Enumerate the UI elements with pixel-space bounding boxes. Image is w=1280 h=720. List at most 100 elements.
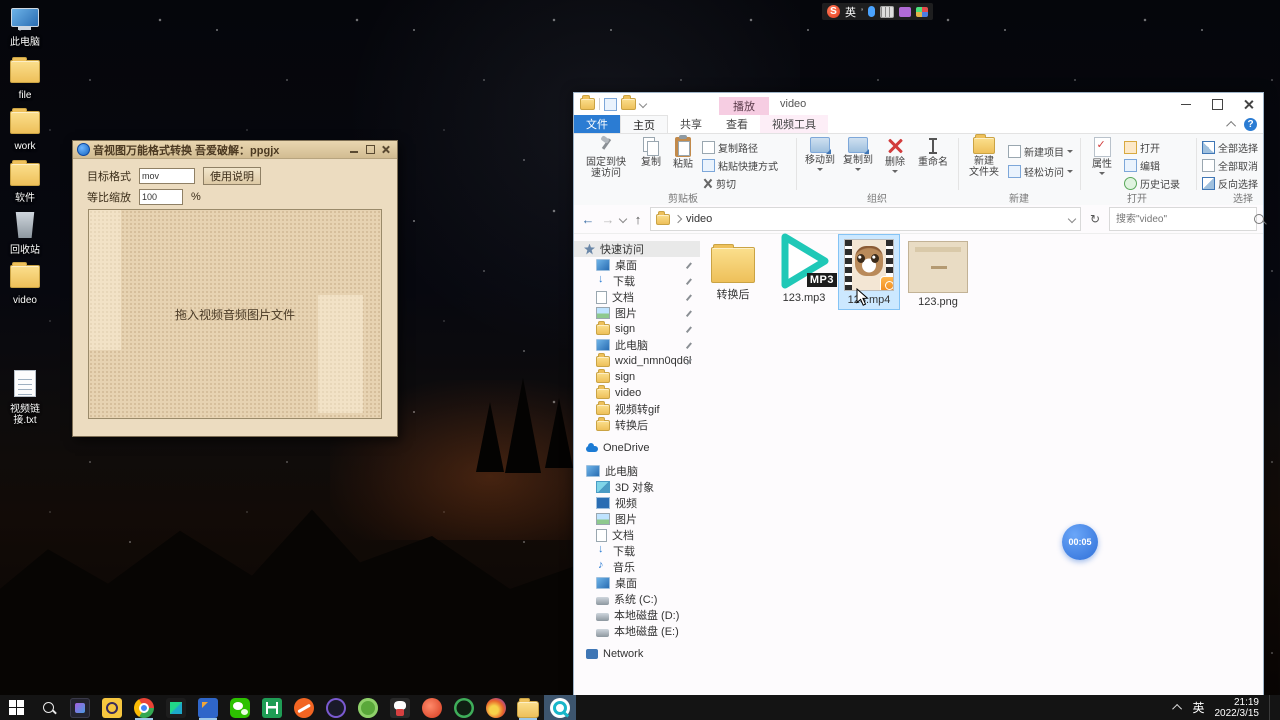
converter-title-bar[interactable]: 音视图万能格式转换 吾爱破解：ppgjx — [73, 141, 397, 159]
sidebar-item-this-pc[interactable]: 此电脑 — [574, 463, 700, 479]
sidebar-item-desktop[interactable]: 桌面 — [574, 257, 700, 273]
properties-qat-icon[interactable] — [604, 98, 617, 111]
select-none-button[interactable]: 全部取消 — [1202, 158, 1258, 173]
desktop-icon-software[interactable]: 软件 — [2, 163, 48, 204]
open-button[interactable]: 打开 — [1124, 140, 1160, 155]
desktop-icon-this-pc[interactable]: 此电脑 — [2, 8, 48, 48]
sidebar-item-desktop-pc[interactable]: 桌面 — [574, 575, 700, 591]
sidebar-item-network[interactable]: Network — [574, 646, 700, 662]
taskbar-app-9[interactable] — [320, 695, 352, 720]
tab-file[interactable]: 文件 — [574, 115, 620, 133]
breadcrumb-path[interactable]: video — [686, 213, 712, 225]
tab-share[interactable]: 共享 — [668, 115, 714, 133]
copy-button[interactable]: 复制 — [636, 137, 666, 168]
sidebar-item-video[interactable]: video — [574, 385, 700, 401]
sidebar-item-converted[interactable]: 转换后 — [574, 417, 700, 433]
taskbar-app-10[interactable] — [352, 695, 384, 720]
sidebar-item-videos[interactable]: 视频 — [574, 495, 700, 511]
taskbar-chrome[interactable] — [128, 695, 160, 720]
keyboard-icon[interactable] — [880, 6, 894, 18]
invert-selection-button[interactable]: 反向选择 — [1202, 176, 1258, 191]
customize-qat-chevron-icon[interactable] — [639, 100, 647, 108]
copy-to-button[interactable]: 复制到 — [840, 137, 876, 171]
sogou-logo-icon[interactable]: S — [827, 5, 840, 18]
ime-grid-icon[interactable] — [916, 7, 928, 17]
sidebar-item-3d-objects[interactable]: 3D 对象 — [574, 479, 700, 495]
ime-language-mode[interactable]: 英 — [845, 4, 856, 20]
sidebar-item-video2gif[interactable]: 视频转gif — [574, 401, 700, 417]
taskbar-app-5[interactable] — [192, 695, 224, 720]
desktop-icon-recycle-bin[interactable]: 回收站 — [2, 212, 48, 256]
close-button[interactable] — [380, 144, 393, 155]
address-box[interactable]: video — [650, 207, 1081, 231]
collapse-ribbon-icon[interactable] — [1226, 120, 1236, 130]
help-icon[interactable]: ? — [1244, 118, 1257, 131]
sidebar-item-wxid[interactable]: wxid_nmn0qd6l — [574, 353, 700, 369]
forward-button[interactable]: → — [600, 212, 616, 227]
sidebar-item-this-pc-pinned[interactable]: 此电脑 — [574, 337, 700, 353]
show-desktop-button[interactable] — [1269, 695, 1274, 720]
taskbar-app-14[interactable] — [480, 695, 512, 720]
sidebar-item-pictures[interactable]: 图片 — [574, 305, 700, 321]
sidebar-item-downloads[interactable]: 下载 — [574, 273, 700, 289]
taskbar-app-4[interactable] — [160, 695, 192, 720]
address-dropdown-chevron-icon[interactable] — [1068, 215, 1076, 223]
maximize-button[interactable] — [1202, 93, 1232, 115]
recent-locations-chevron-icon[interactable] — [619, 215, 627, 223]
sidebar-item-documents-pc[interactable]: 文档 — [574, 527, 700, 543]
new-item-button[interactable]: 新建项目 — [1008, 144, 1073, 159]
pin-to-quick-access-button[interactable]: 固定到快 速访问 — [580, 137, 632, 179]
taskbar-app-7[interactable] — [256, 695, 288, 720]
scale-input[interactable] — [139, 189, 183, 205]
sidebar-item-drive-e[interactable]: 本地磁盘 (E:) — [574, 623, 700, 639]
usage-help-button[interactable]: 使用说明 — [203, 167, 261, 185]
search-box[interactable] — [1109, 207, 1257, 231]
file-tile-mp4-selected[interactable]: 123.mp4 — [839, 235, 899, 309]
start-button[interactable] — [0, 695, 32, 720]
desktop-icon-file[interactable]: file — [2, 60, 48, 101]
new-folder-qat-icon[interactable] — [621, 98, 636, 110]
taskbar-explorer[interactable] — [512, 695, 544, 720]
ime-punctuation-icon[interactable]: ’ — [861, 7, 863, 17]
taskbar-app-11[interactable] — [384, 695, 416, 720]
maximize-button[interactable] — [364, 144, 377, 155]
minimize-button[interactable] — [348, 144, 361, 155]
screen-recorder-timer[interactable]: 00:05 — [1062, 524, 1098, 560]
taskbar-app-13[interactable] — [448, 695, 480, 720]
tray-expand-chevron-icon[interactable] — [1173, 704, 1183, 714]
tray-language-indicator[interactable]: 英 — [1192, 699, 1204, 716]
sidebar-item-quick-access[interactable]: 快速访问 — [574, 241, 700, 257]
sidebar-item-downloads-pc[interactable]: 下载 — [574, 543, 700, 559]
refresh-button[interactable]: ↻ — [1085, 208, 1105, 230]
move-to-button[interactable]: 移动到 — [802, 137, 838, 171]
tab-home[interactable]: 主页 — [620, 115, 668, 133]
rename-button[interactable]: 重命名 — [914, 137, 952, 168]
taskbar-search-button[interactable] — [32, 695, 64, 720]
select-all-button[interactable]: 全部选择 — [1202, 140, 1258, 155]
back-button[interactable]: ← — [580, 212, 596, 227]
file-tile-folder[interactable]: 转换后 — [700, 239, 766, 301]
close-button[interactable] — [1233, 93, 1263, 115]
easy-access-button[interactable]: 轻松访问 — [1008, 164, 1073, 179]
search-input[interactable] — [1114, 213, 1250, 226]
desktop-icon-work[interactable]: work — [2, 111, 48, 152]
minimize-button[interactable] — [1171, 93, 1201, 115]
up-button[interactable]: ↑ — [630, 212, 646, 227]
desktop-icon-video-link-txt[interactable]: 视频链接.txt — [2, 370, 48, 426]
taskbar-app-8[interactable] — [288, 695, 320, 720]
sidebar-item-drive-c[interactable]: 系统 (C:) — [574, 591, 700, 607]
taskbar-app-1[interactable] — [64, 695, 96, 720]
paste-button[interactable]: 粘贴 — [668, 137, 698, 170]
cut-button[interactable]: 剪切 — [702, 176, 736, 191]
file-tile-png[interactable]: 123.png — [906, 238, 970, 308]
taskbar-app-2[interactable] — [96, 695, 128, 720]
delete-button[interactable]: 删除 — [880, 137, 910, 173]
desktop-icon-video[interactable]: video — [2, 265, 48, 306]
target-format-input[interactable] — [139, 168, 195, 184]
sidebar-item-drive-d[interactable]: 本地磁盘 (D:) — [574, 607, 700, 623]
taskbar-wechat[interactable] — [224, 695, 256, 720]
copy-path-button[interactable]: 复制路径 — [702, 140, 758, 155]
file-tile-mp3[interactable]: MP3 123.mp3 — [768, 233, 840, 304]
history-button[interactable]: 历史记录 — [1124, 176, 1180, 191]
ime-toolbar[interactable]: S 英 ’ — [822, 3, 933, 20]
